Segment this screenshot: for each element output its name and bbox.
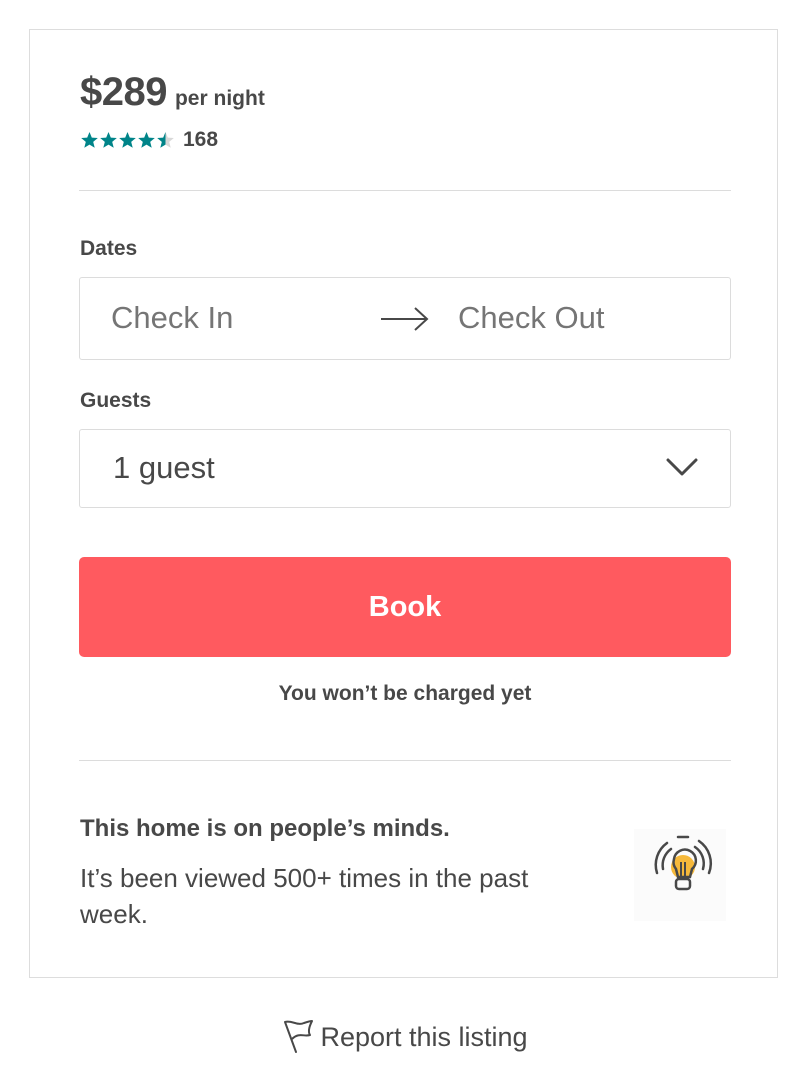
chevron-down-icon bbox=[666, 458, 698, 476]
guests-select[interactable]: 1 guest bbox=[79, 429, 731, 508]
date-range-picker: Check In Check Out bbox=[79, 277, 731, 360]
guests-value: 1 guest bbox=[113, 450, 215, 485]
check-out-input[interactable]: Check Out bbox=[458, 300, 604, 336]
popularity-body: It’s been viewed 500+ times in the past … bbox=[80, 863, 529, 929]
star-icon bbox=[119, 132, 136, 148]
star-rating bbox=[80, 131, 175, 149]
star-icon bbox=[138, 132, 155, 148]
guests-label: Guests bbox=[80, 389, 152, 412]
arrow-right-icon bbox=[381, 307, 429, 331]
report-listing-label: Report this listing bbox=[320, 1021, 528, 1052]
rating-row[interactable]: 168 bbox=[80, 128, 218, 152]
charge-note: You won’t be charged yet bbox=[278, 682, 532, 705]
dates-label: Dates bbox=[80, 237, 138, 260]
check-in-input[interactable]: Check In bbox=[111, 300, 233, 336]
divider bbox=[79, 190, 731, 191]
price-row: $289 per night bbox=[80, 70, 265, 115]
report-listing-link[interactable]: Report this listing bbox=[0, 1020, 810, 1054]
lightbulb-icon bbox=[634, 829, 726, 921]
star-icon bbox=[100, 132, 117, 148]
book-button[interactable]: Book bbox=[79, 557, 731, 657]
star-icon bbox=[81, 132, 98, 148]
star-icon bbox=[157, 132, 174, 148]
popularity-title: This home is on people’s minds. bbox=[80, 815, 450, 842]
review-count: 168 bbox=[183, 128, 219, 151]
price-unit: per night bbox=[174, 87, 265, 110]
flag-icon bbox=[284, 1020, 314, 1053]
booking-card: $289 per night 168 Dates Check In Check … bbox=[29, 29, 778, 978]
divider bbox=[79, 760, 731, 761]
nightly-price: $289 bbox=[80, 70, 167, 114]
